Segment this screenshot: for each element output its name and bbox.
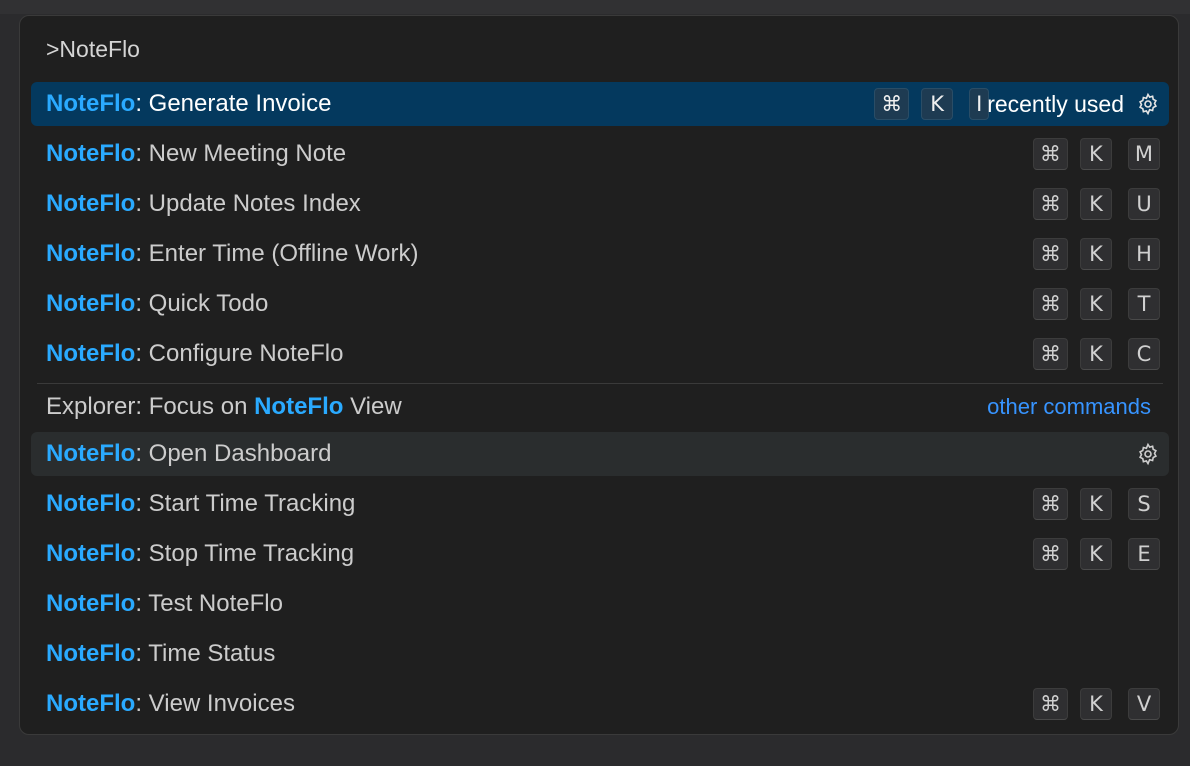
match-highlight: NoteFlo [46,240,136,267]
key-k: K [1079,138,1112,170]
row-actions [1136,432,1160,476]
key-h: H [1128,238,1160,270]
command-title: : Enter Time (Offline Work) [135,240,419,267]
key-c: C [1128,338,1160,370]
keybinding: ⌘ K M [1032,132,1160,176]
match-highlight: NoteFlo [46,440,136,467]
command-label: NoteFlo: Test NoteFlo [46,582,283,626]
match-highlight: NoteFlo [46,640,136,667]
command-prefix: Explorer: Focus on [46,393,255,420]
command-label: NoteFlo: Start Time Tracking [46,482,355,526]
command-item-configure-noteflo[interactable]: NoteFlo: Configure NoteFlo ⌘ K C [31,332,1169,376]
key-t: T [1128,288,1160,320]
key-cmd: ⌘ [1033,338,1068,370]
key-cmd: ⌘ [874,88,910,120]
command-title: : Update Notes Index [135,190,361,217]
command-item-new-meeting-note[interactable]: NoteFlo: New Meeting Note ⌘ K M [31,132,1169,176]
key-cmd: ⌘ [1033,188,1068,220]
command-item-quick-todo[interactable]: NoteFlo: Quick Todo ⌘ K T [31,282,1169,326]
command-label: NoteFlo: View Invoices [46,682,295,726]
key-u: U [1128,188,1160,220]
command-item-open-dashboard[interactable]: NoteFlo: Open Dashboard [31,432,1169,476]
command-title: View [343,393,402,420]
key-i: I [969,88,990,120]
command-title: : View Invoices [135,690,295,717]
match-highlight: NoteFlo [46,290,136,317]
command-label: NoteFlo: Update Notes Index [46,182,361,226]
match-highlight: NoteFlo [46,90,136,117]
command-label: Explorer: Focus on NoteFlo View [46,385,402,429]
command-label: NoteFlo: New Meeting Note [46,132,346,176]
command-label: NoteFlo: Quick Todo [46,282,268,326]
command-title: : Configure NoteFlo [135,340,344,367]
key-s: S [1128,488,1160,520]
keybinding: ⌘ K V [1033,682,1160,726]
key-k: K [1080,338,1112,370]
group-label-area: other commands [987,385,1160,429]
match-highlight: NoteFlo [46,490,136,517]
command-item-stop-time-tracking[interactable]: NoteFlo: Stop Time Tracking ⌘ K E [31,532,1169,576]
key-k: K [1080,538,1112,570]
key-k: K [1080,488,1112,520]
key-cmd: ⌘ [1033,488,1068,520]
key-k: K [1080,288,1112,320]
command-title: : Time Status [135,640,276,667]
key-m: M [1127,138,1160,170]
other-commands-label: other commands [987,394,1151,419]
key-k: K [1080,238,1112,270]
command-title: : Stop Time Tracking [135,540,355,567]
command-title: : Open Dashboard [135,440,332,467]
command-item-update-notes-index[interactable]: NoteFlo: Update Notes Index ⌘ K U [31,182,1169,226]
command-label: NoteFlo: Open Dashboard [46,432,331,476]
keybinding: ⌘ K S [1033,482,1160,526]
command-title: : Start Time Tracking [135,490,356,517]
command-title: : New Meeting Note [135,140,347,167]
match-highlight: NoteFlo [46,540,136,567]
key-v: V [1128,688,1160,720]
gear-icon[interactable] [1136,92,1160,116]
command-label: NoteFlo: Enter Time (Offline Work) [46,232,419,276]
keybinding: ⌘ K T [1033,282,1160,326]
command-label: NoteFlo: Generate Invoice [46,82,331,126]
command-item-start-time-tracking[interactable]: NoteFlo: Start Time Tracking ⌘ K S [31,482,1169,526]
key-cmd: ⌘ [1032,138,1068,170]
command-label: NoteFlo: Time Status [46,632,275,676]
command-search-input[interactable] [20,16,1178,82]
command-label: NoteFlo: Configure NoteFlo [46,332,343,376]
keybinding: ⌘ K E [1033,532,1160,576]
key-e: E [1128,538,1160,570]
command-palette: NoteFlo: Generate Invoice ⌘ K I recently… [19,15,1179,735]
match-highlight: NoteFlo [46,340,136,367]
command-title: : Generate Invoice [135,90,332,117]
gear-icon[interactable] [1136,442,1160,466]
command-label: NoteFlo: Stop Time Tracking [46,532,354,576]
match-highlight: NoteFlo [46,590,136,617]
key-cmd: ⌘ [1033,538,1068,570]
command-item-explorer-focus[interactable]: Explorer: Focus on NoteFlo View other co… [31,385,1169,429]
command-title: : Test NoteFlo [135,590,283,617]
group-separator [37,383,1163,384]
keybinding: ⌘ K U [1033,182,1160,226]
match-highlight: NoteFlo [46,190,136,217]
match-highlight: NoteFlo [46,140,136,167]
keybinding: ⌘ K H [1033,232,1160,276]
key-k: K [921,88,954,120]
command-item-generate-invoice[interactable]: NoteFlo: Generate Invoice ⌘ K I recently… [31,82,1169,126]
match-highlight: NoteFlo [254,393,344,420]
window-top-strip [0,0,1190,14]
match-highlight: NoteFlo [46,690,136,717]
key-cmd: ⌘ [1033,238,1068,270]
keybinding: ⌘ K I recently used [874,82,1160,126]
command-item-test-noteflo[interactable]: NoteFlo: Test NoteFlo [31,582,1169,626]
keybinding: ⌘ K C [1033,332,1160,376]
key-k: K [1080,688,1112,720]
key-cmd: ⌘ [1033,688,1068,720]
command-title: : Quick Todo [135,290,269,317]
command-item-enter-time[interactable]: NoteFlo: Enter Time (Offline Work) ⌘ K H [31,232,1169,276]
command-item-time-status[interactable]: NoteFlo: Time Status [31,632,1169,676]
command-item-view-invoices[interactable]: NoteFlo: View Invoices ⌘ K V [31,682,1169,726]
key-k: K [1080,188,1112,220]
key-cmd: ⌘ [1033,288,1068,320]
recently-used-label: recently used [987,90,1124,117]
